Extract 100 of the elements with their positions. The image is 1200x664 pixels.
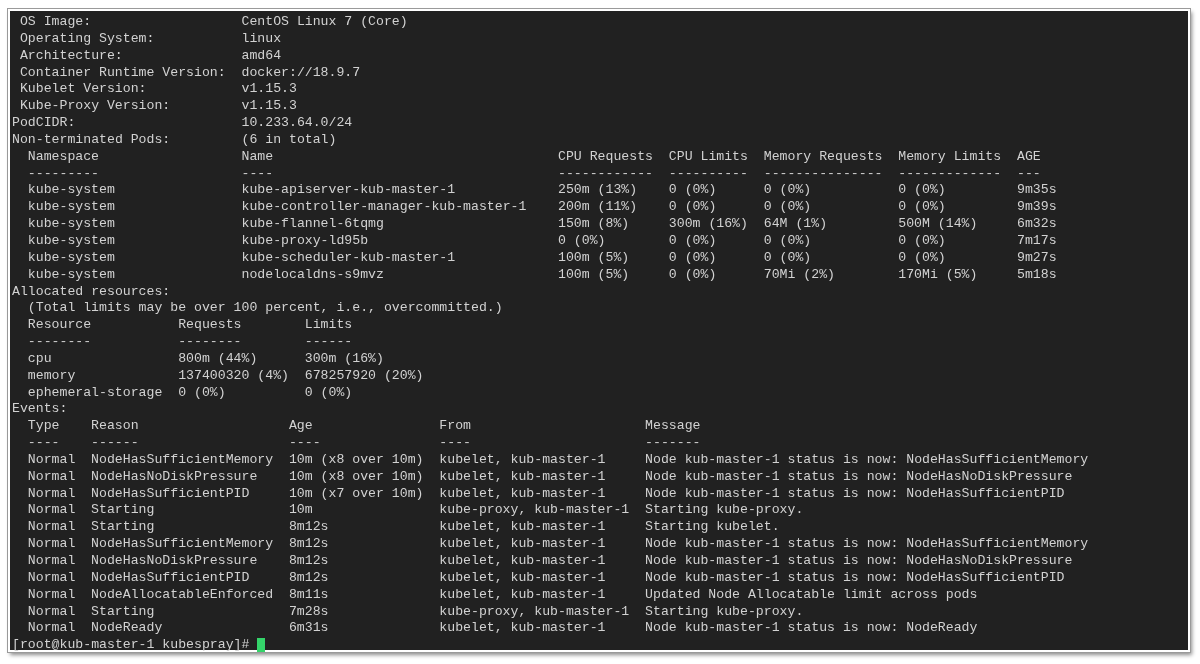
table-cell-text: kubelet, kub-master-1	[439, 569, 607, 587]
table-cell-text: kube-proxy, kub-master-1	[439, 603, 631, 621]
table-cell-text: kubelet, kub-master-1	[439, 536, 607, 553]
column-header: Memory Limits	[898, 148, 1003, 166]
table-cell-text: NodeHasNoDiskPressure	[91, 553, 259, 570]
table-cell-text: Normal	[27, 451, 77, 469]
table-cell-text: 7m17s	[1017, 232, 1058, 250]
table-cell-text: 8m11s	[288, 586, 330, 604]
header-rule: --------	[27, 334, 93, 351]
info-value: docker://18.9.7	[241, 64, 362, 82]
column-header: Memory Requests	[763, 148, 884, 166]
table-cell-text: 0 (0%)	[668, 232, 718, 250]
table-cell-text: 300m (16%)	[304, 350, 385, 368]
table-cell-text: NodeHasSufficientMemory	[91, 451, 275, 469]
table-cell-text: 0 (0%)	[558, 232, 607, 250]
table-cell-text: Updated Node Allocatable limit across pods	[645, 586, 979, 604]
table-cell-text: 8m12s	[288, 536, 330, 553]
table-cell-text: kube-system	[27, 266, 116, 284]
info-value: 10.233.64.0/24	[241, 115, 354, 132]
table-cell-text: 10m (x8 over 10m)	[288, 451, 425, 469]
table-cell-text: Node kub-master-1 status is now: NodeReady	[645, 620, 979, 638]
table-cell-text: Node kub-master-1 status is now: NodeHasSufficientMemory	[645, 451, 1090, 469]
table-cell-text: 500M (14%)	[898, 216, 979, 233]
column-header: Type	[27, 418, 61, 436]
table-cell-text: 170Mi (5%)	[898, 266, 979, 284]
table-cell-text: 200m (11%)	[558, 199, 639, 217]
info-label: Kubelet Version:	[19, 81, 148, 99]
header-rule: -------------	[898, 165, 1003, 183]
table-cell-text: ephemeral-storage	[27, 384, 164, 402]
table-cell-text: 300m (16%)	[668, 216, 749, 233]
table-cell-text: kubelet, kub-master-1	[439, 553, 607, 570]
table-cell-text: 0 (0%)	[763, 182, 813, 200]
info-value: (6 in total)	[241, 131, 338, 149]
table-cell-text: 6m32s	[1017, 216, 1058, 233]
table-cell-text: 0 (0%)	[304, 384, 354, 402]
table-cell-text: Node kub-master-1 status is now: NodeHasNoDiskPressure	[645, 468, 1074, 486]
table-cell-text: kube-proxy, kub-master-1	[439, 502, 631, 520]
info-label: Operating System:	[19, 30, 156, 48]
table-cell-text: 100m (5%)	[558, 249, 631, 267]
table-cell-text: 6m31s	[288, 620, 330, 638]
table-cell-text: Normal	[27, 553, 77, 570]
table-cell-text: 64M (1%)	[763, 216, 829, 233]
table-cell-text: Starting	[91, 519, 156, 537]
table-cell-text: Starting	[91, 502, 156, 520]
table-cell-text: 137400320 (4%)	[178, 367, 290, 385]
table-cell-text: kube-controller-manager-kub-master-1	[241, 199, 528, 217]
table-cell-text: kube-system	[27, 182, 116, 200]
header-rule: ----------	[668, 165, 749, 183]
info-label: PodCIDR:	[12, 115, 77, 132]
table-cell-text: kubelet, kub-master-1	[439, 586, 607, 604]
table-cell-text: 100m (5%)	[558, 266, 631, 284]
section-title: Events:	[12, 401, 69, 419]
table-cell-text: 9m39s	[1017, 199, 1058, 217]
table-cell-text: Starting kube-proxy.	[645, 502, 805, 520]
table-cell-text: Normal	[27, 586, 77, 604]
column-header: Resource	[27, 317, 93, 335]
table-cell-text: 10m (x7 over 10m)	[288, 485, 425, 503]
shell-prompt: [root@kub-master-1 kubespray]#	[12, 637, 250, 655]
table-cell-text: 150m (8%)	[558, 216, 631, 233]
table-cell-text: kubelet, kub-master-1	[439, 485, 607, 503]
table-cell-text: Node kub-master-1 status is now: NodeHasSufficientPID	[645, 569, 1066, 587]
note-text: (Total limits may be over 100 percent, i.e., overcommitted.)	[27, 300, 504, 318]
table-cell-text: Normal	[27, 536, 77, 553]
info-label: Kube-Proxy Version:	[19, 98, 172, 116]
table-cell-text: 10m	[288, 502, 314, 520]
table-cell-text: Normal	[27, 569, 77, 587]
column-header: Name	[241, 148, 275, 166]
table-cell-text: 0 (0%)	[668, 249, 718, 267]
table-cell-text: Normal	[27, 468, 77, 486]
table-cell-text: 0 (0%)	[668, 182, 718, 200]
header-rule: ------	[304, 334, 354, 351]
table-cell-text: 5m18s	[1017, 266, 1058, 284]
table-cell-text: cpu	[27, 350, 53, 368]
table-cell-text: kube-system	[27, 216, 116, 233]
table-cell-text: 0 (0%)	[898, 199, 947, 217]
table-cell-text: 8m12s	[288, 569, 330, 587]
table-cell-text: 0 (0%)	[668, 266, 718, 284]
header-rule: ----	[27, 435, 61, 452]
table-cell-text: 678257920 (20%)	[304, 367, 425, 385]
table-cell-text: kube-flannel-6tqmg	[241, 216, 385, 233]
table-cell-text: 9m27s	[1017, 249, 1058, 267]
header-rule: ---	[1017, 165, 1042, 183]
table-cell-text: NodeReady	[91, 620, 164, 638]
column-header: Requests	[178, 317, 243, 335]
table-cell-text: 800m (44%)	[178, 350, 259, 368]
column-header: From	[439, 418, 472, 436]
table-cell-text: Node kub-master-1 status is now: NodeHasSufficientMemory	[645, 536, 1090, 553]
header-rule: ------	[91, 435, 140, 452]
header-rule: --------	[178, 334, 243, 351]
column-header: CPU Requests	[558, 148, 654, 166]
column-header: Limits	[304, 317, 354, 335]
header-rule: ----	[439, 435, 472, 452]
info-value: v1.15.3	[241, 98, 298, 116]
table-cell-text: 0 (0%)	[898, 232, 947, 250]
table-cell-text: 7m28s	[288, 603, 330, 621]
table-cell-text: kubelet, kub-master-1	[439, 519, 607, 537]
table-cell-text: 8m12s	[288, 553, 330, 570]
header-rule: ---------	[27, 165, 101, 183]
table-cell-text: Node kub-master-1 status is now: NodeHasNoDiskPressure	[645, 553, 1074, 570]
table-cell-text: kubelet, kub-master-1	[439, 620, 607, 638]
